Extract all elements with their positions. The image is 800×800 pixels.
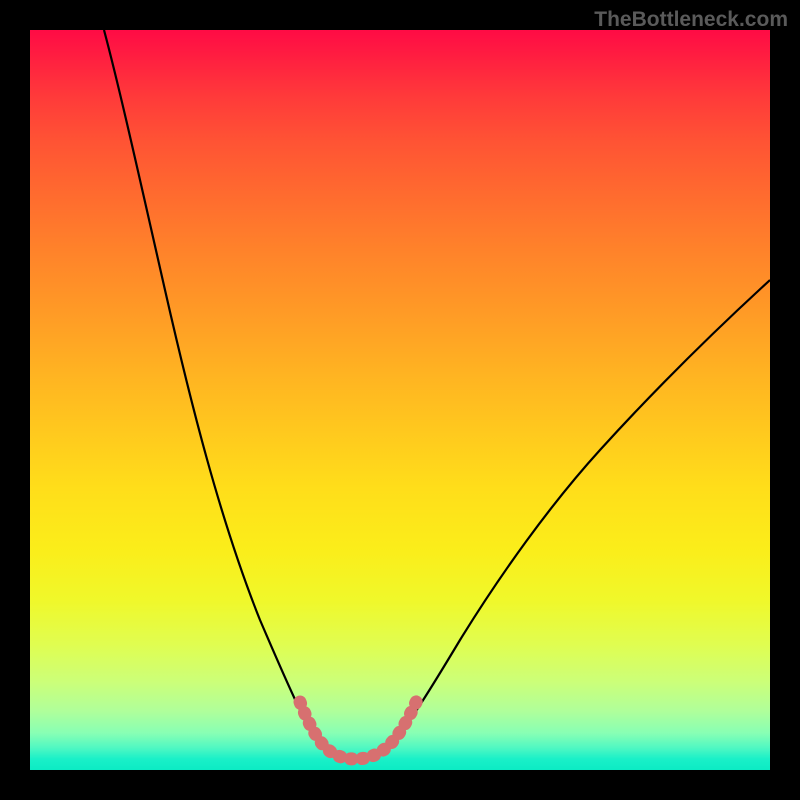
- curve-svg: [30, 30, 770, 770]
- watermark-text: TheBottleneck.com: [594, 8, 788, 32]
- bottleneck-curve: [104, 30, 770, 759]
- optimal-zone-highlight: [300, 698, 418, 759]
- plot-area: [30, 30, 770, 770]
